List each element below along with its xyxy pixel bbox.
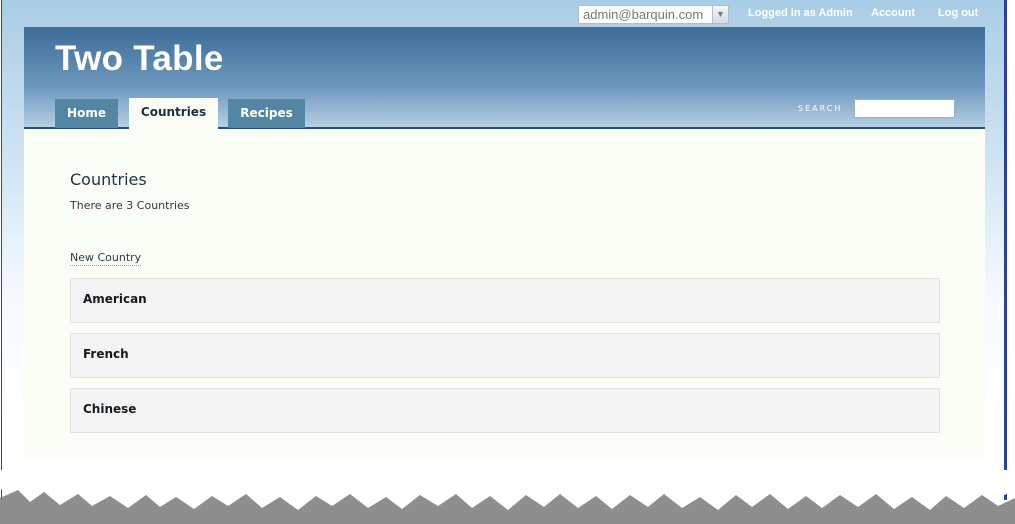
list-item[interactable]: Chinese xyxy=(70,388,940,433)
list-item[interactable]: American xyxy=(70,278,940,323)
torn-edge-shadow xyxy=(0,470,1015,524)
tab-home[interactable]: Home xyxy=(55,99,118,128)
browser-viewport: admin@barquin.com ▼ Logged in as Admin A… xyxy=(1,0,1007,500)
logout-link[interactable]: Log out xyxy=(938,7,978,19)
list-item-label: French xyxy=(83,347,129,361)
tab-countries[interactable]: Countries xyxy=(129,98,218,129)
list-item-label: Chinese xyxy=(83,402,137,416)
list-item-label: American xyxy=(83,292,147,306)
chevron-down-icon[interactable]: ▼ xyxy=(712,6,728,23)
main-content: Countries There are 3 Countries New Coun… xyxy=(24,129,985,459)
page-title: Countries xyxy=(70,170,147,189)
new-country-link[interactable]: New Country xyxy=(70,251,142,266)
site-title[interactable]: Two Table xyxy=(55,39,224,79)
top-utility-bar: admin@barquin.com ▼ Logged in as Admin A… xyxy=(2,0,1004,28)
logged-in-status: Logged in as Admin xyxy=(748,7,853,19)
user-select[interactable]: admin@barquin.com ▼ xyxy=(578,5,729,24)
list-item[interactable]: French xyxy=(70,333,940,378)
tab-recipes[interactable]: Recipes xyxy=(228,99,305,128)
search-label: SEARCH xyxy=(798,104,843,113)
account-link[interactable]: Account xyxy=(871,7,915,19)
search-input[interactable] xyxy=(854,99,955,118)
site-header: Two Table Home Countries Recipes SEARCH xyxy=(24,27,985,129)
user-select-value: admin@barquin.com xyxy=(583,7,704,22)
countries-count: There are 3 Countries xyxy=(70,199,190,212)
